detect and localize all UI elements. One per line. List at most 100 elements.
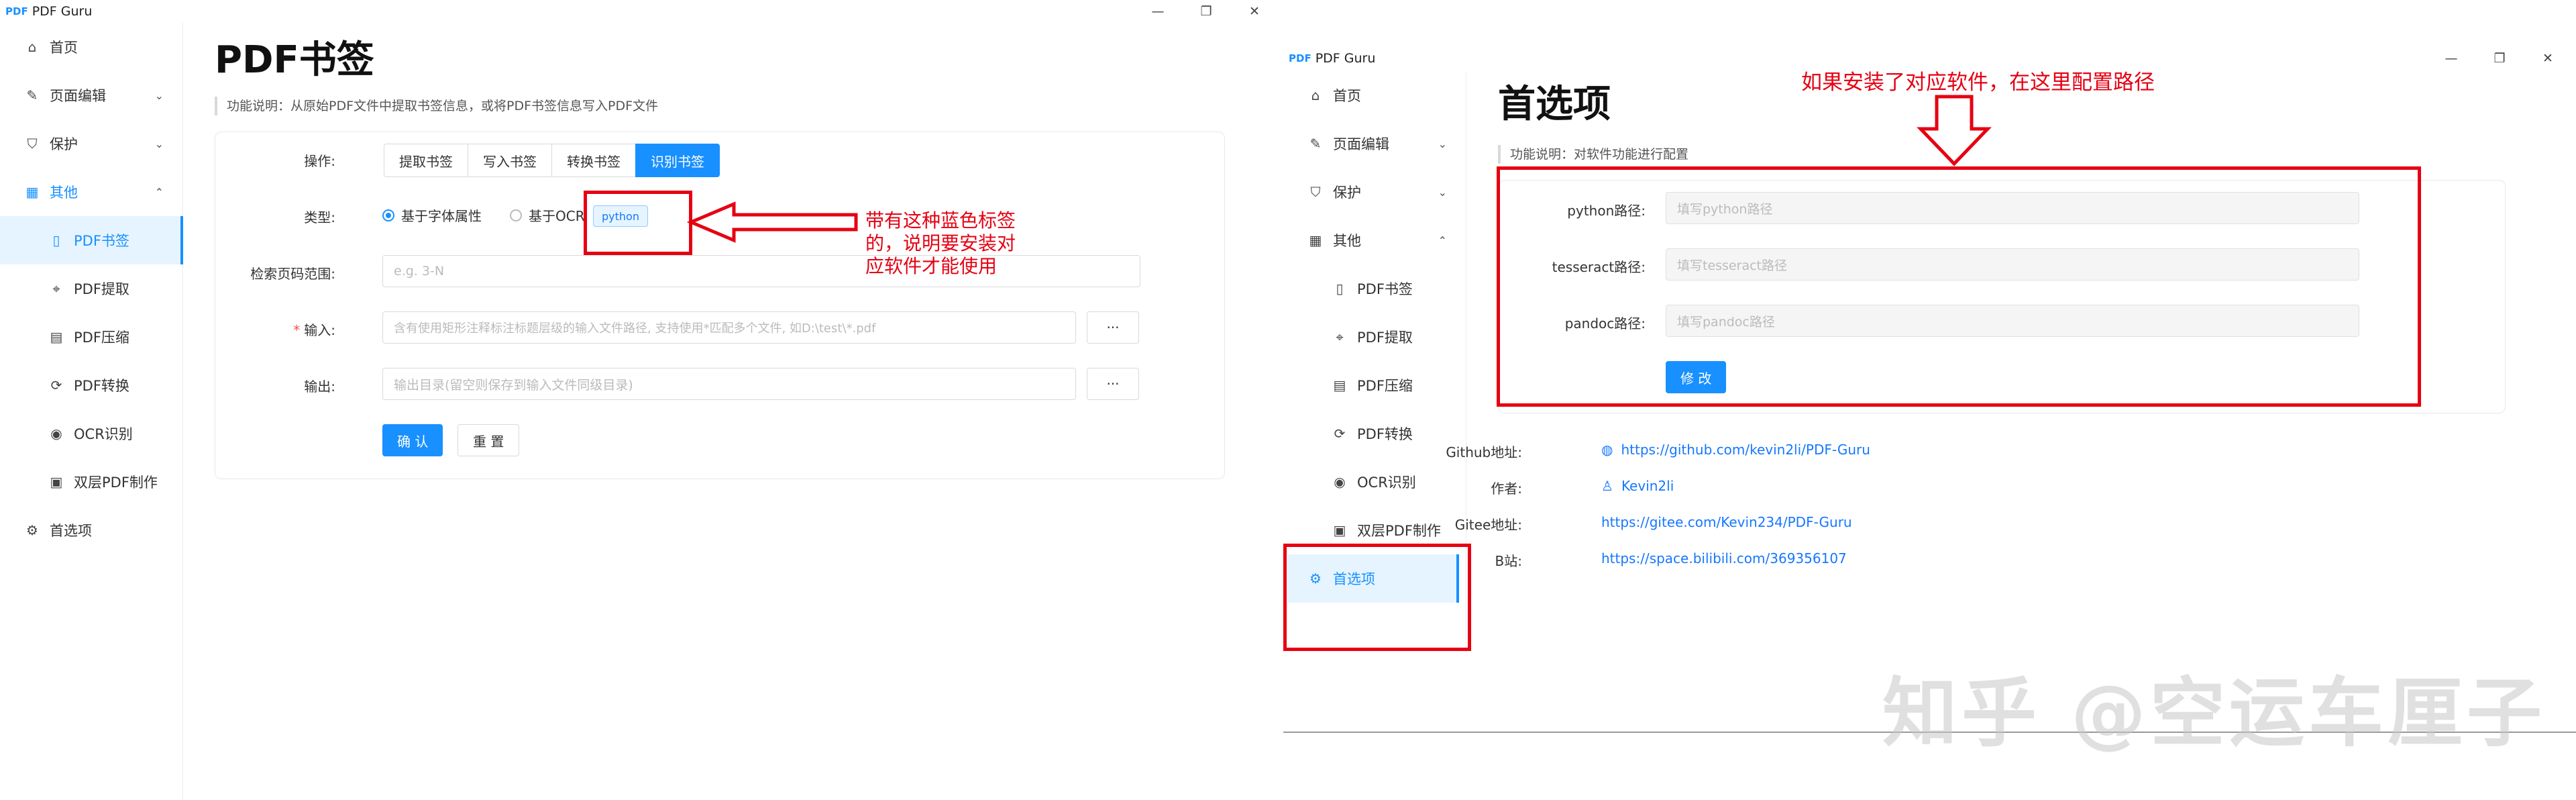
sidebar-item-pdf-extract[interactable]: ⌖ PDF提取	[1283, 313, 1466, 361]
sidebar-item-home[interactable]: ⌂ 首页	[0, 23, 182, 71]
sidebar-item-preferences[interactable]: ⚙ 首选项	[0, 506, 182, 554]
extract-icon: ⌖	[1336, 329, 1344, 345]
app-name: PDF Guru	[1315, 51, 1376, 66]
sidebar-item-label: PDF转换	[1357, 426, 1413, 442]
layers-file-icon: ▣	[50, 474, 63, 490]
sidebar-item-label: 首页	[50, 40, 78, 56]
gitee-label: Gitee地址:	[1454, 517, 1522, 533]
annotation-highlight-box	[584, 191, 692, 255]
sidebar-item-page-edit[interactable]: ✎ 页面编辑 ⌄	[0, 71, 182, 119]
op-write-bookmark[interactable]: 写入书签	[468, 144, 552, 177]
minimize-button[interactable]: —	[2427, 47, 2475, 70]
sidebar-item-pdf-compress[interactable]: ▤ PDF压缩	[0, 313, 182, 361]
chevron-down-icon: ⌄	[1438, 185, 1447, 199]
edit-icon: ✎	[26, 87, 38, 103]
sidebar-item-ocr[interactable]: ◉ OCR识别	[0, 409, 182, 458]
right-window: PDF PDF Guru — ❐ ✕ ⌂ 首页 ✎ 页面编辑 ⌄ ⛉ 保护 ⌄ ▦ 其他 ⌃ …	[1283, 0, 2576, 800]
eye-icon: ◉	[1334, 474, 1346, 490]
home-icon: ⌂	[1311, 87, 1320, 103]
sidebar-item-label: PDF压缩	[1357, 378, 1413, 394]
sidebar-item-dual-layer-pdf[interactable]: ▣ 双层PDF制作	[0, 458, 182, 506]
sidebar-item-label: 首页	[1333, 88, 1361, 104]
output-label: 输出:	[304, 379, 335, 395]
home-icon: ⌂	[28, 39, 37, 55]
op-convert-bookmark[interactable]: 转换书签	[551, 144, 636, 177]
operation-segmented: 提取书签 写入书签 转换书签 识别书签	[384, 144, 720, 177]
sidebar-item-label: PDF书签	[74, 233, 129, 249]
github-label: Github地址:	[1446, 444, 1522, 460]
confirm-button[interactable]: 确 认	[382, 424, 443, 456]
bookmark-form-card	[215, 132, 1225, 479]
op-recognize-bookmark[interactable]: 识别书签	[635, 144, 720, 177]
bookmark-file-icon: ▯	[1336, 281, 1344, 297]
close-button[interactable]: ✕	[2524, 47, 2572, 70]
annotation-arrow-left-icon	[687, 201, 858, 243]
github-link[interactable]: ◍ https://github.com/kevin2li/PDF-Guru	[1601, 442, 1870, 458]
shield-icon: ⛉	[27, 136, 38, 152]
sidebar-item-label: 保护	[1333, 185, 1361, 201]
input-browse-button[interactable]: ···	[1087, 311, 1139, 344]
minimize-button[interactable]: —	[1134, 0, 1182, 23]
chevron-up-icon: ⌃	[154, 185, 164, 199]
page-range-input[interactable]: e.g. 3-N	[382, 255, 1140, 287]
annotation-text-left: 带有这种蓝色标签的，说明要安装对应软件才能使用	[865, 209, 1016, 277]
sidebar-item-label: 首选项	[50, 523, 92, 539]
reset-button[interactable]: 重 置	[458, 424, 520, 456]
sidebar-item-pdf-extract[interactable]: ⌖ PDF提取	[0, 264, 182, 313]
sidebar-item-home[interactable]: ⌂ 首页	[1283, 71, 1466, 119]
author-name[interactable]: Kevin2li	[1621, 478, 1674, 494]
eye-icon: ◉	[50, 426, 62, 442]
left-window: PDF PDF Guru — ❐ ✕ ⌂ 首页 ✎ 页面编辑 ⌄ ⛉ 保护 ⌄ ▦ 其他 ⌃ …	[0, 0, 1281, 800]
radio-unchecked-icon	[510, 209, 522, 221]
layers-file-icon: ▣	[1333, 522, 1346, 538]
grid-icon: ▦	[25, 184, 39, 200]
radio-label: 基于字体属性	[401, 208, 482, 224]
window-controls: — ❐ ✕	[1134, 0, 1279, 23]
operation-label: 操作:	[304, 153, 335, 169]
close-button[interactable]: ✕	[1230, 0, 1279, 23]
gitee-link[interactable]: https://gitee.com/Kevin234/PDF-Guru	[1601, 514, 1852, 530]
sidebar-item-pdf-bookmark[interactable]: ▯ PDF书签	[0, 216, 183, 264]
bilibili-link[interactable]: https://space.bilibili.com/369356107	[1601, 550, 1847, 566]
output-browse-button[interactable]: ···	[1087, 368, 1139, 400]
page-range-label: 检索页码范围:	[250, 266, 335, 282]
sidebar-item-protect[interactable]: ⛉ 保护 ⌄	[1283, 168, 1466, 216]
radio-ocr[interactable]: 基于OCR	[510, 205, 585, 225]
sidebar-item-pdf-bookmark[interactable]: ▯ PDF书签	[1283, 264, 1466, 313]
compress-file-icon: ▤	[50, 329, 63, 345]
sidebar-item-label: 其他	[1333, 233, 1361, 249]
input-path-field[interactable]: 含有使用矩形注释标注标题层级的输入文件路径, 支持使用*匹配多个文件, 如D:\…	[382, 311, 1076, 344]
maximize-button[interactable]: ❐	[1182, 0, 1230, 23]
compress-file-icon: ▤	[1333, 377, 1346, 393]
sidebar-item-label: PDF提取	[1357, 330, 1413, 346]
sidebar-item-protect[interactable]: ⛉ 保护 ⌄	[0, 119, 182, 168]
sidebar-item-pdf-convert[interactable]: ⟳ PDF转换	[0, 361, 182, 409]
bookmark-file-icon: ▯	[52, 232, 60, 248]
edit-icon: ✎	[1309, 136, 1322, 152]
chevron-down-icon: ⌄	[154, 89, 164, 102]
sidebar-item-other[interactable]: ▦ 其他 ⌃	[1283, 216, 1466, 264]
chevron-up-icon: ⌃	[1438, 234, 1447, 247]
output-path-field[interactable]: 输出目录(留空则保存到输入文件同级目录)	[382, 368, 1076, 400]
sidebar-item-page-edit[interactable]: ✎ 页面编辑 ⌄	[1283, 119, 1466, 168]
github-url[interactable]: https://github.com/kevin2li/PDF-Guru	[1621, 442, 1870, 458]
sidebar-item-label: OCR识别	[1357, 474, 1416, 491]
annotation-preferences-box	[1283, 544, 1471, 651]
sidebar-item-pdf-compress[interactable]: ▤ PDF压缩	[1283, 361, 1466, 409]
sidebar-item-label: 保护	[50, 136, 78, 152]
author-link[interactable]: ♙ Kevin2li	[1601, 478, 1674, 494]
radio-font-attr[interactable]: 基于字体属性	[382, 205, 482, 225]
gear-icon: ⚙	[26, 522, 38, 538]
sidebar: ⌂ 首页 ✎ 页面编辑 ⌄ ⛉ 保护 ⌄ ▦ 其他 ⌃ ▯ PDF书签 ⌖ PDF提取 ▤ PDF压…	[0, 23, 183, 800]
title-bar[interactable]: PDF PDF Guru	[1283, 47, 2576, 70]
sidebar-item-other[interactable]: ▦ 其他 ⌃	[0, 168, 182, 216]
op-extract-bookmark[interactable]: 提取书签	[384, 144, 468, 177]
maximize-button[interactable]: ❐	[2475, 47, 2524, 70]
title-bar[interactable]: PDF PDF Guru	[0, 0, 1281, 23]
window-controls: — ❐ ✕	[2427, 47, 2572, 70]
type-label: 类型:	[304, 209, 335, 226]
shield-icon: ⛉	[1310, 184, 1321, 200]
app-logo-icon: PDF	[1289, 52, 1311, 64]
grid-icon: ▦	[1309, 232, 1322, 248]
convert-icon: ⟳	[1334, 426, 1346, 442]
